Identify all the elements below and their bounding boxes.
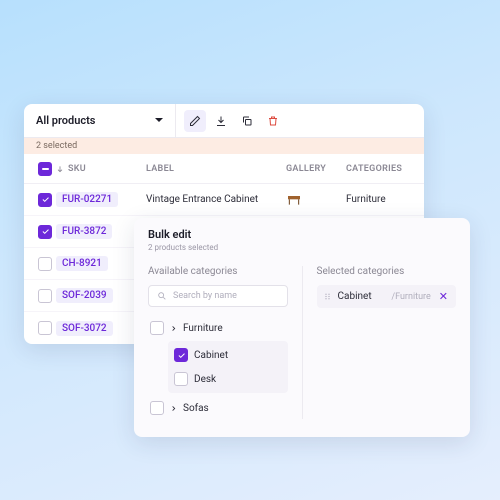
selection-bar: 2 selected (24, 138, 424, 154)
copy-icon (241, 115, 253, 127)
toolbar-actions (176, 110, 292, 132)
col-gallery[interactable]: GALLERY (286, 164, 346, 174)
sku-cell[interactable]: SOF-2039 (56, 288, 113, 303)
col-sku[interactable]: SKU (56, 164, 146, 174)
search-icon (157, 291, 167, 301)
furniture-thumbnail-icon (286, 194, 302, 206)
available-title: Available categories (148, 266, 288, 277)
sku-cell[interactable]: FUR-3872 (56, 224, 112, 239)
chevron-right-icon (170, 405, 177, 412)
select-all-checkbox[interactable] (34, 162, 56, 176)
category-checkbox[interactable] (174, 372, 188, 386)
bulk-header: Bulk edit 2 products selected (134, 218, 470, 260)
bulk-title: Bulk edit (148, 228, 456, 241)
remove-category-button[interactable]: ✕ (437, 290, 450, 303)
sku-cell[interactable]: CH-8921 (56, 256, 108, 271)
category-tree-item[interactable]: Sofas (148, 397, 288, 419)
row-checkbox[interactable] (34, 193, 56, 207)
pencil-icon (189, 115, 201, 127)
category-checkbox[interactable] (150, 321, 164, 335)
category-tree-item[interactable]: Desk (168, 367, 288, 391)
row-checkbox[interactable] (34, 289, 56, 303)
filter-dropdown[interactable]: All products (24, 104, 176, 137)
table-header: SKU LABEL GALLERY CATEGORIES (24, 154, 424, 184)
row-checkbox[interactable] (34, 225, 56, 239)
category-cell: Furniture (346, 194, 414, 205)
bulk-subtitle: 2 products selected (148, 243, 456, 252)
category-tree-item[interactable]: Furniture (148, 317, 288, 339)
category-children: Cabinet Desk (168, 341, 288, 393)
divider (302, 266, 303, 419)
sku-cell[interactable]: SOF-3072 (56, 321, 113, 336)
chevron-down-icon (155, 118, 163, 126)
available-categories: Available categories Search by name Furn… (148, 266, 288, 419)
chevron-right-icon (170, 325, 177, 332)
delete-button[interactable] (262, 110, 284, 132)
filter-label: All products (36, 114, 95, 127)
table-row[interactable]: FUR-02271 Vintage Entrance Cabinet Furni… (24, 184, 424, 216)
selected-title: Selected categories (317, 266, 457, 277)
col-categories[interactable]: CATEGORIES (346, 164, 414, 174)
download-icon (215, 115, 227, 127)
row-checkbox[interactable] (34, 257, 56, 271)
category-checkbox[interactable] (150, 401, 164, 415)
copy-button[interactable] (236, 110, 258, 132)
sort-descending-icon (56, 165, 64, 173)
drag-handle-icon[interactable] (323, 292, 332, 301)
col-label[interactable]: LABEL (146, 164, 286, 174)
download-button[interactable] (210, 110, 232, 132)
trash-icon (267, 115, 279, 127)
category-tree-item[interactable]: Cabinet (168, 343, 288, 367)
search-input[interactable]: Search by name (148, 285, 288, 307)
selected-category-item[interactable]: Cabinet /Furniture ✕ (317, 285, 457, 308)
toolbar: All products (24, 104, 424, 138)
sku-cell[interactable]: FUR-02271 (56, 192, 118, 207)
bulk-edit-panel: Bulk edit 2 products selected Available … (134, 218, 470, 437)
row-checkbox[interactable] (34, 321, 56, 335)
search-placeholder: Search by name (173, 291, 237, 301)
category-checkbox[interactable] (174, 348, 188, 362)
label-cell: Vintage Entrance Cabinet (146, 194, 286, 205)
selected-categories: Selected categories Cabinet /Furniture ✕ (317, 266, 457, 419)
edit-button[interactable] (184, 110, 206, 132)
gallery-cell (286, 194, 346, 206)
